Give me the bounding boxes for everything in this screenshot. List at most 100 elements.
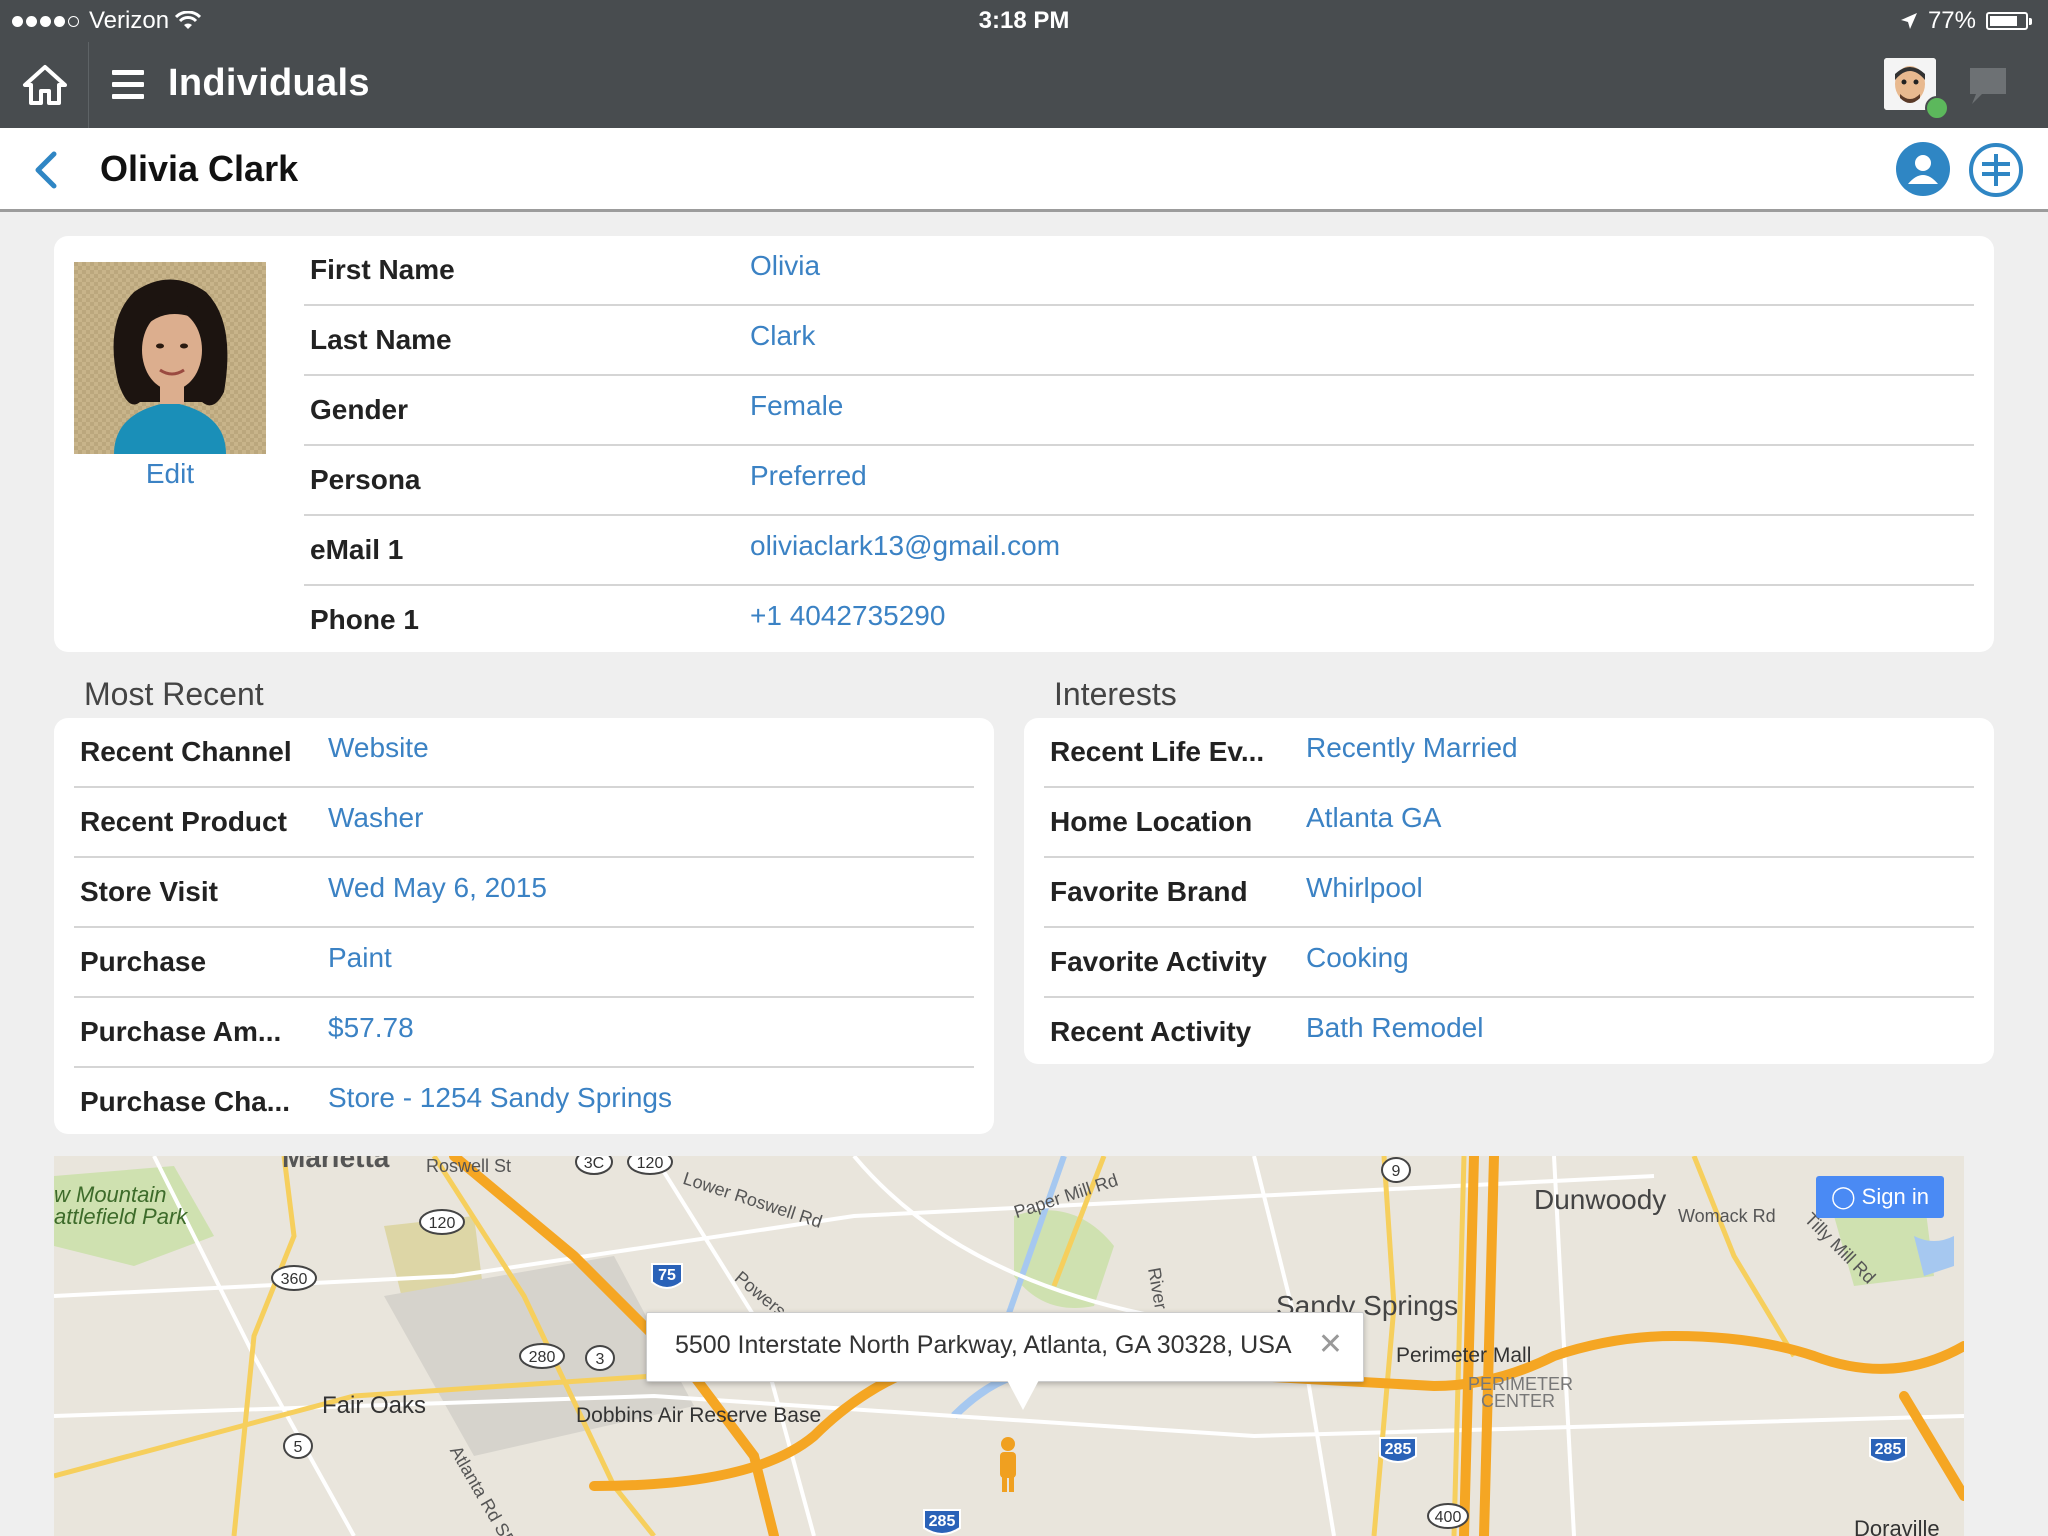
map-label-womack: Womack Rd: [1678, 1206, 1776, 1226]
field-value: Website: [328, 732, 429, 763]
map-label-fair-oaks: Fair Oaks: [322, 1392, 427, 1419]
field-value: Clark: [750, 320, 816, 351]
profile-row-gender[interactable]: Gender Female: [304, 376, 1974, 446]
field-label: Favorite Brand: [1050, 876, 1248, 907]
field-label: Purchase: [80, 946, 207, 977]
field-value: Wed May 6, 2015: [328, 872, 547, 903]
chat-icon[interactable]: [1968, 66, 2008, 106]
field-value: Cooking: [1306, 942, 1409, 973]
field-label: Home Location: [1050, 806, 1253, 837]
shield-i285c: 285: [929, 1513, 956, 1530]
sub-header: Olivia Clark: [0, 128, 2048, 212]
shield-360: 360: [281, 1271, 308, 1288]
map-label-perimeter-center: PERIMETER CENTER: [1468, 1374, 1574, 1411]
interest-row-favorite-brand[interactable]: Favorite Brand Whirlpool: [1044, 858, 1974, 928]
close-icon[interactable]: ✕: [1318, 1327, 1343, 1362]
app-title: Individuals: [168, 62, 370, 104]
field-value[interactable]: oliviaclark13@gmail.com: [750, 530, 1060, 562]
interest-row-favorite-activity[interactable]: Favorite Activity Cooking: [1044, 928, 1974, 998]
field-label: Recent Product: [80, 806, 287, 837]
interests-title: Interests: [1054, 676, 1177, 712]
field-value: Store - 1254 Sandy Springs: [328, 1082, 672, 1113]
back-icon[interactable]: [30, 150, 64, 190]
add-icon[interactable]: [1968, 142, 2024, 198]
shield-120a: 120: [429, 1215, 456, 1232]
profile-icon[interactable]: [1896, 142, 1950, 196]
shield-i285b: 285: [1875, 1441, 1902, 1458]
recent-row-purchase-channel[interactable]: Purchase Cha... Store - 1254 Sandy Sprin…: [74, 1068, 974, 1138]
field-label: Recent Channel: [80, 736, 292, 767]
profile-row-phone[interactable]: Phone 1 +1 4042735290: [304, 586, 1974, 656]
recent-row-store-visit[interactable]: Store Visit Wed May 6, 2015: [74, 858, 974, 928]
shield-400: 400: [1435, 1509, 1462, 1526]
popup-tail: [1007, 1380, 1039, 1410]
online-status-dot: [1925, 96, 1949, 120]
profile-row-persona[interactable]: Persona Preferred: [304, 446, 1974, 516]
field-label: Recent Activity: [1050, 1016, 1252, 1047]
status-right: 77%: [1900, 7, 2032, 35]
home-icon[interactable]: [22, 62, 68, 108]
field-label: First Name: [310, 254, 455, 285]
interests-card: Recent Life Ev... Recently Married Home …: [1024, 718, 1994, 1064]
map-label-perimeter-mall: Perimeter Mall: [1396, 1344, 1532, 1367]
field-label: Recent Life Ev...: [1050, 736, 1265, 767]
map-label-roswell-st: Roswell St: [426, 1156, 512, 1176]
interest-row-life-event[interactable]: Recent Life Ev... Recently Married: [1044, 718, 1974, 788]
most-recent-card: Recent Channel Website Recent Product Wa…: [54, 718, 994, 1134]
field-label: Last Name: [310, 324, 452, 355]
recent-row-purchase[interactable]: Purchase Paint: [74, 928, 974, 998]
shield-280: 280: [529, 1349, 556, 1366]
status-bar: Verizon 3:18 PM 77%: [0, 0, 2048, 42]
recent-row-channel[interactable]: Recent Channel Website: [74, 718, 974, 788]
address-popup: 5500 Interstate North Parkway, Atlanta, …: [646, 1312, 1364, 1410]
field-value: Recently Married: [1306, 732, 1518, 763]
shield-i75: 75: [658, 1267, 676, 1284]
menu-icon[interactable]: [112, 70, 144, 102]
field-value: $57.78: [328, 1012, 414, 1043]
field-value: Paint: [328, 942, 392, 973]
page-title: Olivia Clark: [100, 148, 299, 189]
map-label-dunwoody: Dunwoody: [1534, 1184, 1667, 1215]
google-account-icon: ◯: [1831, 1184, 1856, 1209]
interest-row-home-location[interactable]: Home Location Atlanta GA: [1044, 788, 1974, 858]
map-label-doraville: Doraville: [1854, 1516, 1940, 1536]
shield-5: 5: [294, 1439, 303, 1456]
battery-icon: [1986, 12, 2032, 30]
shield-i285a: 285: [1385, 1441, 1412, 1458]
field-label: Favorite Activity: [1050, 946, 1267, 977]
field-label: Phone 1: [310, 604, 419, 635]
edit-photo-link[interactable]: Edit: [74, 454, 266, 490]
location-map[interactable]: 120 120 3C 360 280 3 5 9 75 285 285 285 …: [54, 1156, 1964, 1536]
profile-row-email[interactable]: eMail 1 oliviaclark13@gmail.com: [304, 516, 1974, 586]
field-value: Whirlpool: [1306, 872, 1423, 903]
map-label-dobbins: Dobbins Air Reserve Base: [576, 1404, 822, 1427]
appbar-divider: [88, 42, 89, 128]
profile-photo[interactable]: [74, 262, 266, 454]
field-label: Purchase Am...: [80, 1016, 282, 1047]
profile-row-first-name[interactable]: First Name Olivia: [304, 236, 1974, 306]
sign-in-label: Sign in: [1861, 1184, 1929, 1209]
field-value[interactable]: +1 4042735290: [750, 600, 945, 632]
shield-3c: 3C: [584, 1156, 604, 1172]
field-label: Purchase Cha...: [80, 1086, 291, 1117]
most-recent-title: Most Recent: [84, 676, 264, 712]
field-label: eMail 1: [310, 534, 404, 565]
map-label-battlefield: attlefield Park: [54, 1204, 188, 1229]
recent-row-purchase-amount[interactable]: Purchase Am... $57.78: [74, 998, 974, 1068]
field-value: Female: [750, 390, 844, 421]
profile-row-last-name[interactable]: Last Name Clark: [304, 306, 1974, 376]
popup-address: 5500 Interstate North Parkway, Atlanta, …: [675, 1331, 1292, 1359]
field-label: Store Visit: [80, 876, 218, 907]
field-value: Preferred: [750, 460, 867, 491]
profile-card: Edit First Name Olivia Last Name Clark G…: [54, 236, 1994, 652]
google-sign-in-button[interactable]: ◯ Sign in: [1816, 1176, 1944, 1218]
field-label: Persona: [310, 464, 421, 495]
map-label-marietta: Marietta: [282, 1156, 390, 1173]
field-value: Washer: [328, 802, 424, 833]
shield-3: 3: [596, 1351, 605, 1368]
field-value: Atlanta GA: [1306, 802, 1442, 833]
interest-row-recent-activity[interactable]: Recent Activity Bath Remodel: [1044, 998, 1974, 1068]
field-label: Gender: [310, 394, 409, 425]
recent-row-product[interactable]: Recent Product Washer: [74, 788, 974, 858]
field-value: Bath Remodel: [1306, 1012, 1484, 1043]
